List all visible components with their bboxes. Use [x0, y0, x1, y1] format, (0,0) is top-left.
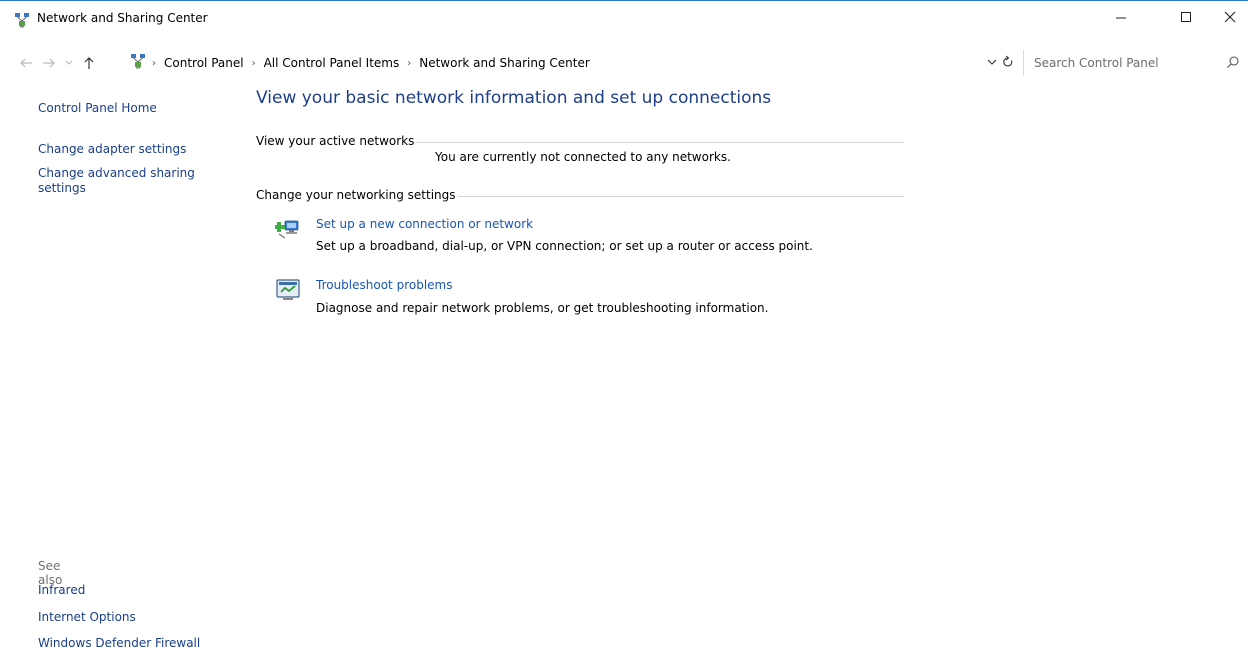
- network-center-icon: [15, 13, 29, 28]
- address-bar: › Control Panel › All Control Panel Item…: [0, 50, 1248, 78]
- breadcrumb-separator[interactable]: ›: [152, 58, 156, 69]
- refresh-icon: [1003, 55, 1013, 67]
- troubleshoot-icon[interactable]: [275, 277, 301, 303]
- maximize-button[interactable]: [1163, 1, 1209, 33]
- arrow-right-icon: [43, 58, 55, 68]
- setup-connection-link[interactable]: Set up a new connection or network: [316, 217, 533, 231]
- section-divider: [416, 142, 904, 143]
- window-title: Network and Sharing Center: [37, 11, 208, 25]
- change-adapter-settings-link[interactable]: Change adapter settings: [38, 142, 186, 156]
- recent-locations-button[interactable]: [63, 54, 75, 72]
- window: Network and Sharing Center › Control Pan…: [0, 0, 1248, 666]
- minimize-button[interactable]: [1098, 1, 1144, 33]
- section-divider: [458, 196, 904, 197]
- chevron-down-icon: [987, 59, 997, 65]
- troubleshoot-problems-description: Diagnose and repair network problems, or…: [316, 301, 769, 315]
- arrow-up-icon: [84, 57, 94, 69]
- infrared-link[interactable]: Infrared: [38, 583, 85, 597]
- network-center-icon[interactable]: [130, 53, 146, 69]
- troubleshoot-problems-link[interactable]: Troubleshoot problems: [316, 278, 452, 292]
- networking-settings-heading: Change your networking settings: [256, 188, 456, 202]
- active-networks-heading: View your active networks: [256, 134, 415, 148]
- breadcrumb-separator[interactable]: ›: [252, 58, 256, 69]
- back-button[interactable]: [17, 54, 35, 72]
- network-setup-icon[interactable]: [275, 215, 301, 241]
- title-bar: Network and Sharing Center: [0, 1, 1248, 33]
- network-status-text: You are currently not connected to any n…: [435, 150, 731, 164]
- maximize-icon: [1181, 12, 1191, 22]
- internet-options-link[interactable]: Internet Options: [38, 610, 136, 624]
- breadcrumb-item-network-center[interactable]: Network and Sharing Center: [419, 56, 590, 70]
- control-panel-home-link[interactable]: Control Panel Home: [38, 101, 157, 115]
- arrow-left-icon: [20, 58, 32, 68]
- refresh-button[interactable]: [1000, 54, 1016, 70]
- breadcrumb-item-all-items[interactable]: All Control Panel Items: [264, 56, 400, 70]
- breadcrumb: › Control Panel › All Control Panel Item…: [152, 56, 590, 70]
- breadcrumb-separator[interactable]: ›: [407, 58, 411, 69]
- setup-connection-description: Set up a broadband, dial-up, or VPN conn…: [316, 239, 813, 253]
- forward-button[interactable]: [40, 54, 58, 72]
- up-button[interactable]: [80, 54, 98, 72]
- page-title: View your basic network information and …: [256, 88, 772, 108]
- change-advanced-sharing-link[interactable]: Change advanced sharing settings: [38, 166, 218, 196]
- chevron-down-icon: [65, 60, 73, 65]
- search-icon[interactable]: [1226, 55, 1240, 69]
- windows-defender-firewall-link[interactable]: Windows Defender Firewall: [38, 636, 200, 650]
- search-box[interactable]: [1023, 50, 1248, 76]
- search-input[interactable]: [1034, 54, 1214, 72]
- close-button[interactable]: [1212, 1, 1248, 33]
- address-dropdown-button[interactable]: [985, 54, 999, 70]
- close-icon: [1224, 11, 1236, 23]
- minimize-icon: [1116, 17, 1126, 19]
- breadcrumb-item-control-panel[interactable]: Control Panel: [164, 56, 244, 70]
